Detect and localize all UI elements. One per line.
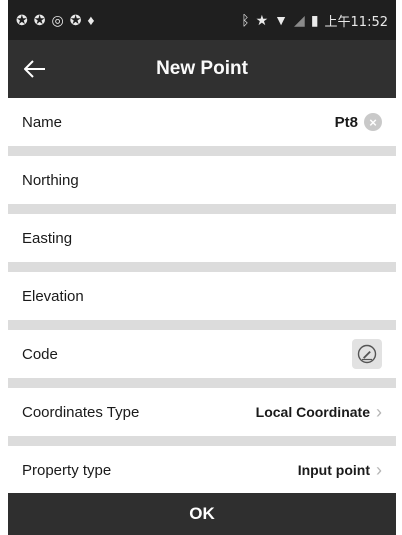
coordinates-type-right: Local Coordinate › [256, 403, 382, 421]
property-type-label: Property type [22, 461, 112, 479]
status-right-icons: ᛒ ★ ▼ ◢ ▮ 上午11:52 [241, 11, 388, 30]
chevron-right-icon: › [376, 402, 382, 422]
status-time: 上午11:52 [324, 14, 388, 30]
name-right: × [238, 113, 382, 131]
code-row[interactable]: Code [8, 330, 396, 378]
record-icon: ◎ [51, 11, 64, 28]
elevation-row[interactable]: Elevation [8, 272, 396, 320]
bluetooth-icon: ᛒ [241, 12, 250, 28]
northing-label: Northing [22, 171, 79, 189]
app-screen: ✪ ✪ ◎ ✪ ♦ ᛒ ★ ▼ ◢ ▮ 上午11:52 New Point Na… [8, 0, 396, 535]
point-form: Name × Northing Easting Elevation Code [8, 98, 396, 504]
sync-icon: ✪ [33, 11, 46, 28]
coordinates-type-row[interactable]: Coordinates Type Local Coordinate › [8, 388, 396, 436]
code-picker-button[interactable] [352, 339, 382, 369]
ok-button[interactable]: OK [8, 493, 396, 535]
back-button[interactable] [18, 52, 52, 86]
name-row: Name × [8, 98, 396, 146]
easting-label: Easting [22, 229, 73, 247]
clear-icon[interactable]: × [364, 113, 382, 131]
name-label: Name [22, 113, 63, 131]
status-bar: ✪ ✪ ◎ ✪ ♦ ᛒ ★ ▼ ◢ ▮ 上午11:52 [8, 0, 396, 40]
battery-icon: ▮ [310, 11, 319, 28]
property-type-right: Input point › [298, 461, 382, 479]
property-type-row[interactable]: Property type Input point › [8, 446, 396, 494]
app-bar: New Point [8, 40, 396, 98]
location-pin-icon: ♦ [87, 12, 95, 28]
sync-icon: ✪ [69, 11, 82, 28]
sync-icon: ✪ [16, 11, 28, 28]
back-arrow-icon [24, 60, 45, 78]
signal-icon: ◢ [294, 11, 305, 28]
wifi-icon: ▼ [274, 12, 289, 28]
name-input[interactable] [238, 113, 358, 131]
right-edge [396, 0, 402, 535]
pencil-icon [357, 344, 377, 364]
code-label: Code [22, 345, 58, 363]
property-type-value: Input point [297, 462, 370, 478]
easting-row[interactable]: Easting [8, 214, 396, 262]
chevron-right-icon: › [376, 460, 382, 480]
coordinates-type-label: Coordinates Type [22, 403, 140, 421]
left-edge [0, 0, 8, 535]
page-title: New Point [156, 58, 248, 79]
elevation-label: Elevation [22, 287, 84, 305]
northing-row[interactable]: Northing [8, 156, 396, 204]
status-left-icons: ✪ ✪ ◎ ✪ ♦ [16, 12, 95, 29]
star-icon: ★ [255, 11, 269, 28]
coordinates-type-value: Local Coordinate [255, 404, 370, 420]
